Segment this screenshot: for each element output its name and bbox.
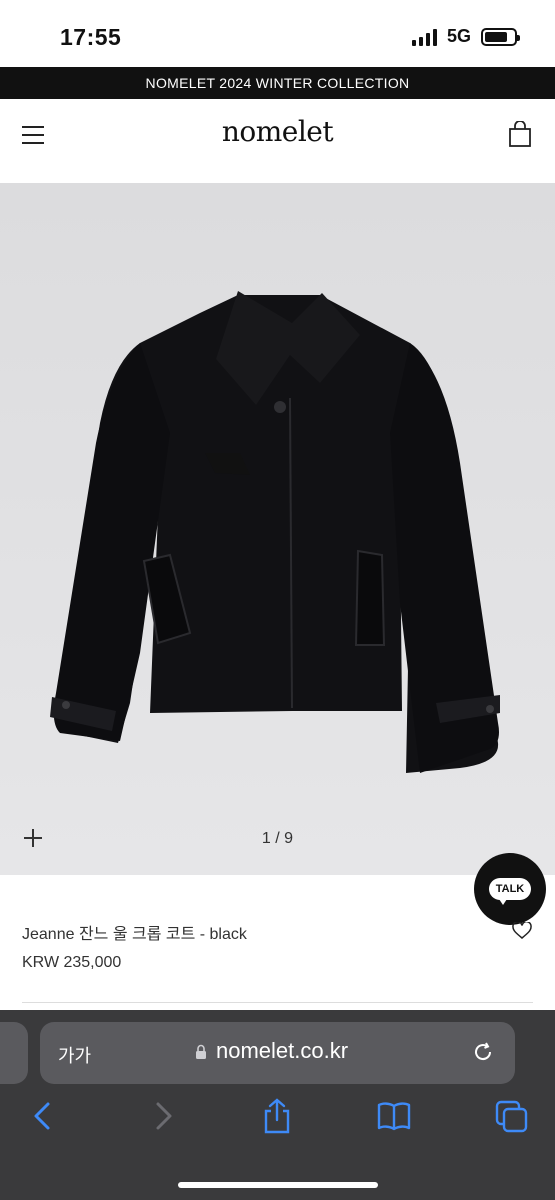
tabs-icon[interactable] <box>495 1098 529 1134</box>
status-time: 17:55 <box>60 24 122 50</box>
battery-icon <box>481 27 520 46</box>
shopping-bag-icon[interactable] <box>509 121 531 147</box>
product-gallery[interactable]: 1 / 9 <box>0 183 555 875</box>
product-photo-coat <box>0 183 555 875</box>
slide-counter: 1 / 9 <box>261 830 294 847</box>
lock-icon <box>196 1044 206 1059</box>
promo-text: NOMELET 2024 WINTER COLLECTION <box>145 75 410 91</box>
bookmarks-icon[interactable] <box>377 1098 411 1134</box>
product-price: KRW 235,000 <box>22 954 122 971</box>
address-bar[interactable]: 가가 nomelet.co.kr <box>40 1022 515 1084</box>
status-bar: 17:55 5G <box>0 0 555 67</box>
share-icon[interactable] <box>260 1098 294 1134</box>
reload-icon[interactable] <box>471 1040 495 1064</box>
heart-icon[interactable] <box>512 922 532 940</box>
browser-bottom-bar: 가가 nomelet.co.kr <box>0 1010 555 1200</box>
network-type: 5G <box>446 26 471 46</box>
home-indicator <box>178 1182 378 1188</box>
promo-banner[interactable]: NOMELET 2024 WINTER COLLECTION <box>0 67 555 99</box>
talk-label: TALK <box>488 878 532 905</box>
site-header: nomelet <box>0 99 555 183</box>
text-size-button[interactable]: 가가 <box>58 1042 91 1068</box>
chat-talk-button[interactable]: TALK <box>474 853 546 925</box>
previous-tab-peek[interactable] <box>0 1022 28 1084</box>
browser-toolbar <box>0 1098 555 1142</box>
status-indicators: 5G <box>411 26 520 47</box>
site-logo[interactable]: nomelet <box>0 115 555 148</box>
url-text: nomelet.co.kr <box>216 1038 349 1063</box>
divider <box>22 1002 533 1003</box>
signal-icon <box>411 28 437 46</box>
back-icon[interactable] <box>26 1098 60 1134</box>
forward-icon[interactable] <box>146 1098 180 1134</box>
product-name: Jeanne 잔느 울 크롭 코트 - black <box>22 926 247 943</box>
